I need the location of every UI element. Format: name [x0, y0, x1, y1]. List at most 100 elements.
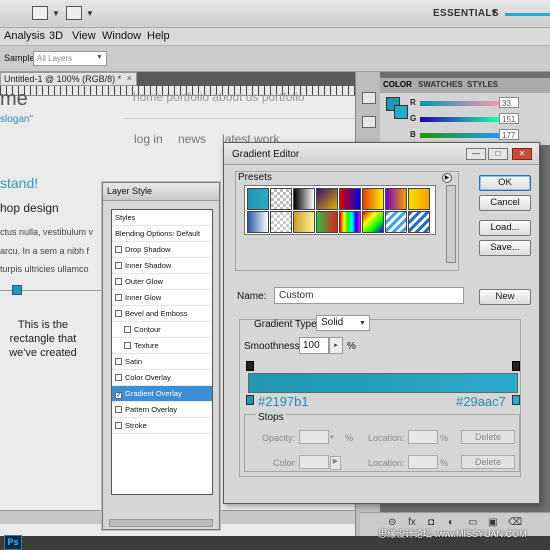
layer-style-item[interactable]: ✓ Gradient Overlay — [112, 386, 212, 402]
close-icon[interactable]: ✕ — [512, 148, 532, 160]
layer-style-item[interactable]: Drop Shadow — [112, 242, 212, 258]
checkbox-icon[interactable] — [115, 262, 122, 269]
layer-style-item[interactable]: Contour — [112, 322, 212, 338]
arrange-documents-icon[interactable] — [32, 6, 48, 20]
cancel-button[interactable]: Cancel — [479, 195, 531, 211]
chevron-down-icon[interactable]: ▼ — [490, 8, 498, 17]
chevron-down-icon[interactable]: ▼ — [96, 54, 103, 61]
color-panel-tabs: COLOR SWATCHES STYLES — [380, 78, 550, 93]
menu-item-window[interactable]: Window — [102, 30, 141, 42]
end-color-label: #29aac7 — [456, 394, 506, 409]
name-input[interactable]: Custom — [274, 287, 464, 304]
layer-style-item[interactable]: Pattern Overlay — [112, 402, 212, 418]
presets-menu-icon[interactable]: ▶ — [442, 173, 452, 183]
layer-style-item[interactable]: Styles — [112, 210, 212, 226]
layer-style-item[interactable]: Stroke — [112, 418, 212, 434]
layer-style-item[interactable]: Blending Options: Default — [112, 226, 212, 242]
layer-style-title[interactable]: Layer Style — [103, 183, 219, 201]
preset-swatch[interactable] — [293, 188, 315, 210]
checkbox-icon[interactable] — [124, 326, 131, 333]
color-stop-right[interactable] — [512, 395, 520, 405]
layer-style-item-label: Stroke — [125, 421, 147, 430]
tab-color[interactable]: COLOR — [383, 80, 412, 89]
menu-item-view[interactable]: View — [72, 30, 96, 42]
slider-track-b[interactable] — [420, 133, 500, 138]
checkbox-icon[interactable] — [124, 342, 131, 349]
preset-swatch[interactable] — [247, 211, 269, 233]
preset-swatch[interactable] — [293, 211, 315, 233]
preset-swatch[interactable] — [316, 211, 338, 233]
stops-label: Stops — [256, 412, 286, 423]
layer-style-item[interactable]: Bevel and Emboss — [112, 306, 212, 322]
slider-value-r[interactable]: 33 — [499, 97, 519, 108]
preset-swatch[interactable] — [362, 211, 384, 233]
opacity-stop-left[interactable] — [246, 361, 254, 371]
save-button[interactable]: Save... — [479, 240, 531, 256]
preset-swatch[interactable] — [362, 188, 384, 210]
load-button[interactable]: Load... — [479, 220, 531, 236]
checkbox-icon[interactable] — [115, 294, 122, 301]
chevron-down-icon[interactable]: ▼ — [359, 320, 366, 327]
preset-swatch[interactable] — [408, 188, 430, 210]
new-button[interactable]: New — [479, 289, 531, 305]
close-icon[interactable]: × — [127, 73, 132, 83]
smoothness-input[interactable]: 100 — [299, 337, 329, 354]
preset-swatch[interactable] — [408, 211, 430, 233]
delete-opacity-stop-button[interactable]: Delete — [461, 430, 515, 444]
slider-value-b[interactable]: 177 — [499, 129, 519, 140]
canvas-rectangle-marker[interactable] — [12, 285, 22, 295]
background-color-swatch[interactable] — [394, 105, 408, 119]
slider-track-r[interactable] — [420, 101, 500, 106]
checkbox-icon[interactable] — [115, 374, 122, 381]
panel-collapsed-icon[interactable] — [362, 92, 376, 104]
minimize-icon[interactable]: — — [466, 148, 486, 160]
checkbox-icon[interactable] — [115, 246, 122, 253]
slider-value-g[interactable]: 151 — [499, 113, 519, 124]
layer-style-item[interactable]: Satin — [112, 354, 212, 370]
menu-item-analysis[interactable]: Analysis — [4, 30, 45, 42]
workspace-switcher[interactable]: ESSENTIALS — [433, 8, 499, 19]
presets-scrollbar[interactable] — [446, 185, 456, 263]
chevron-down-icon[interactable]: ▼ — [86, 9, 94, 18]
maximize-icon[interactable]: □ — [488, 148, 508, 160]
preset-swatch[interactable] — [270, 211, 292, 233]
gradient-editor-title: Gradient Editor — [232, 149, 300, 160]
checkbox-icon[interactable] — [115, 278, 122, 285]
panel-collapsed-icon[interactable] — [362, 116, 376, 128]
menu-item-help[interactable]: Help — [147, 30, 170, 42]
layer-style-item[interactable]: Inner Glow — [112, 290, 212, 306]
smoothness-stepper-icon[interactable]: ▸ — [329, 337, 343, 354]
gradient-preview-bar[interactable] — [248, 373, 518, 393]
preset-swatch[interactable] — [339, 188, 361, 210]
play-arrow-icon: ▶ — [330, 456, 341, 470]
photoshop-app-icon[interactable]: Ps — [4, 535, 22, 550]
opacity-stop-right[interactable] — [512, 361, 520, 371]
layer-style-scrollbar[interactable] — [109, 519, 213, 527]
ok-button[interactable]: OK — [479, 175, 531, 191]
color-stop-left[interactable] — [246, 395, 254, 405]
preset-swatch[interactable] — [316, 188, 338, 210]
checkbox-icon[interactable] — [115, 406, 122, 413]
layer-style-item[interactable]: Color Overlay — [112, 370, 212, 386]
tab-swatches[interactable]: SWATCHES — [418, 80, 463, 89]
layer-style-item[interactable]: Outer Glow — [112, 274, 212, 290]
layer-style-item[interactable]: Inner Shadow — [112, 258, 212, 274]
menu-item-3d[interactable]: 3D — [49, 30, 63, 42]
preset-swatch[interactable] — [385, 211, 407, 233]
checkbox-icon[interactable] — [115, 422, 122, 429]
checkbox-icon[interactable]: ✓ — [115, 392, 122, 399]
preset-swatch[interactable] — [339, 211, 361, 233]
screen-mode-icon[interactable] — [66, 6, 82, 20]
delete-color-stop-button[interactable]: Delete — [461, 455, 515, 469]
checkbox-icon[interactable] — [115, 310, 122, 317]
layer-style-item[interactable]: Texture — [112, 338, 212, 354]
slider-track-g[interactable] — [420, 117, 500, 122]
chevron-down-icon[interactable]: ▼ — [52, 9, 60, 18]
checkbox-icon[interactable] — [115, 358, 122, 365]
preset-swatch[interactable] — [385, 188, 407, 210]
preset-swatch[interactable] — [247, 188, 269, 210]
tab-styles[interactable]: STYLES — [467, 80, 498, 89]
gradient-editor-titlebar[interactable]: Gradient Editor — □ ✕ — [224, 143, 539, 165]
preset-swatch[interactable] — [270, 188, 292, 210]
document-tab[interactable]: Untitled-1 @ 100% (RGB/8) * × — [0, 72, 137, 86]
